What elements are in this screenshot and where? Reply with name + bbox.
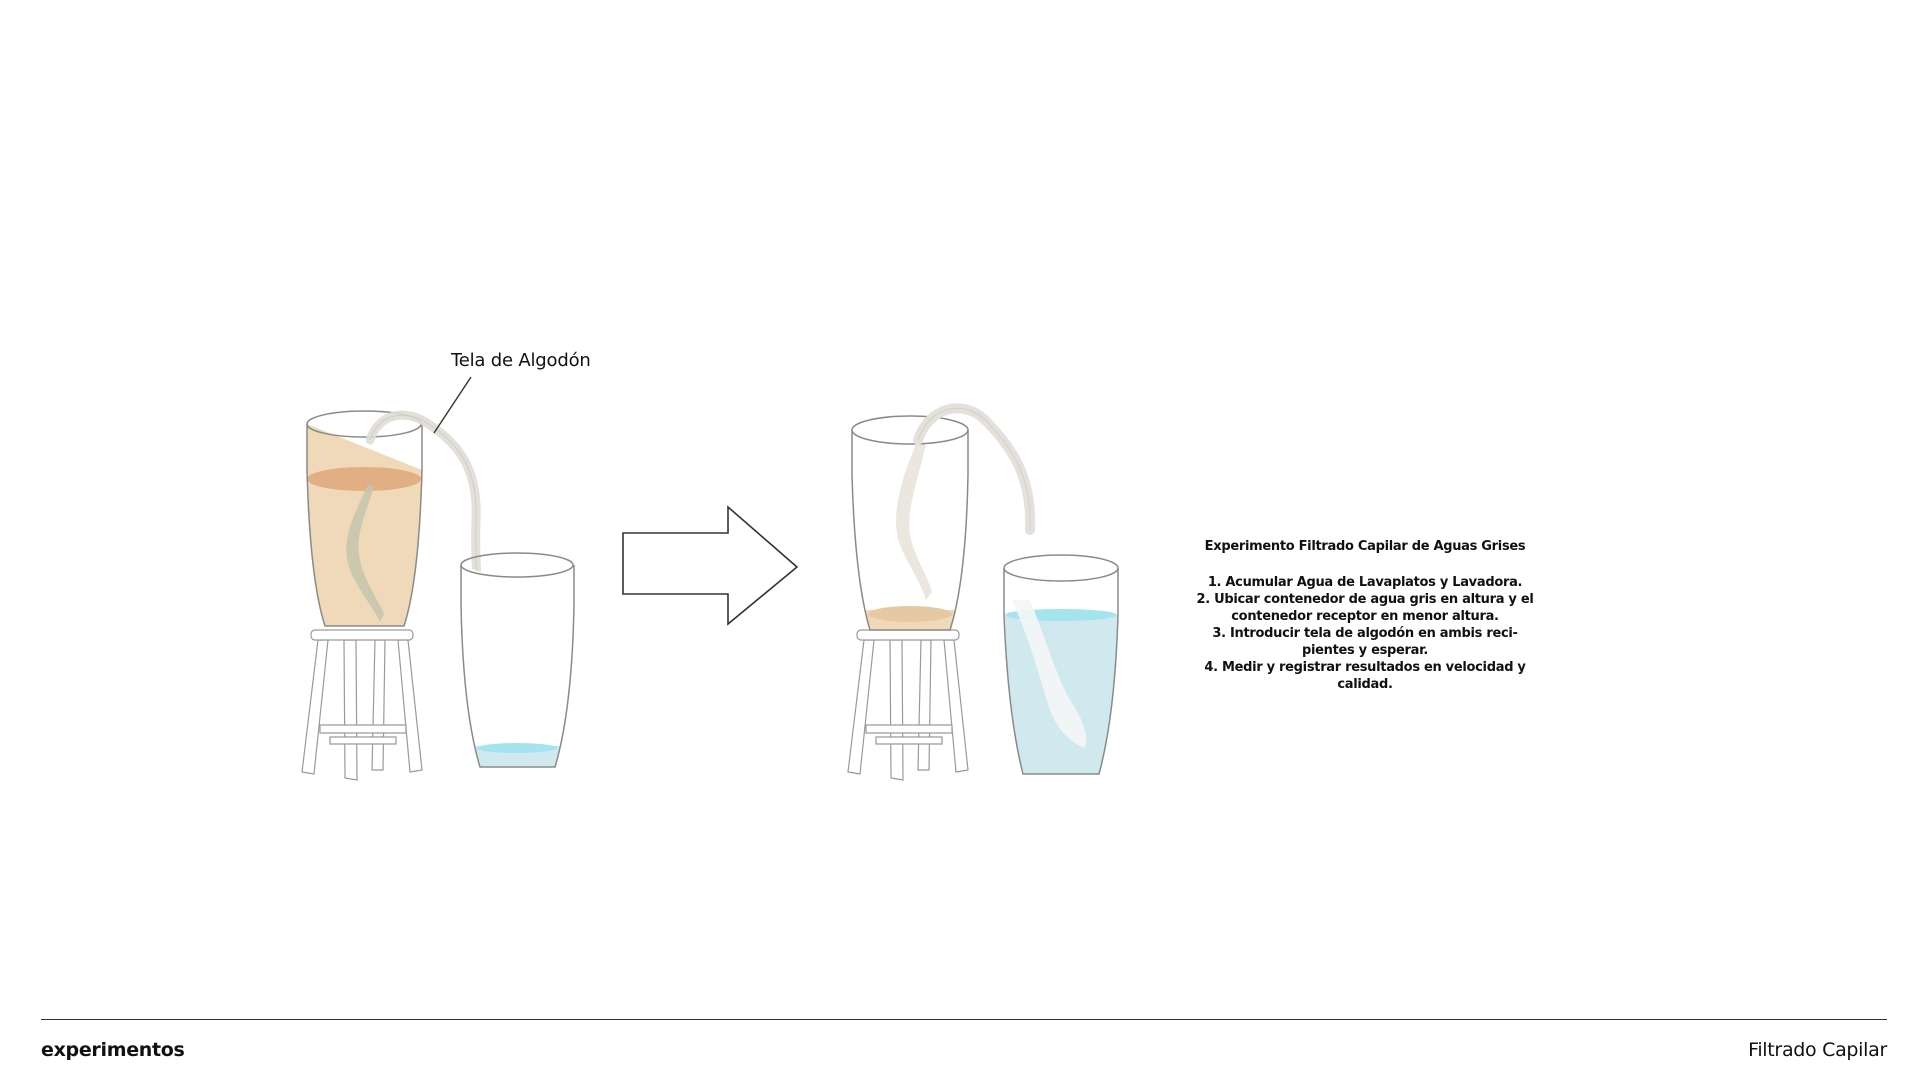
cotton-cloth-after [913,403,1036,535]
step-item: 1. Acumular Agua de Lavaplatos y Lavador… [1207,575,1523,590]
instructions-title: Experimento Filtrado Capilar de Aguas Gr… [1204,539,1526,554]
footer-divider [41,1019,1887,1020]
receiver-glass [460,552,575,768]
emptied-greywater-glass [851,415,969,631]
step-item: 4. Medir y registrar resultados en veloc… [1204,660,1526,692]
steps-list: 1. Acumular Agua de Lavaplatos y Lavador… [1195,574,1535,693]
stool-before [301,629,423,781]
process-arrow [622,505,799,626]
residue-surface [868,606,952,622]
footer-page-title: Filtrado Capilar [1748,1039,1887,1061]
experiment-instructions: Experimento Filtrado Capilar de Aguas Gr… [1195,538,1535,693]
scene-after [847,403,1119,781]
capillary-filter-diagram [301,376,1119,781]
stool-after [847,629,969,781]
cloth-dry-inside [896,440,932,600]
full-receiver-glass [1003,554,1119,775]
cotton-cloth-label: Tela de Algodón [451,350,591,371]
callout-leader-line [433,376,472,434]
clean-water-surface-low [477,743,557,753]
scene-before [301,376,575,781]
step-item: 2. Ubicar contenedor de agua gris en alt… [1196,592,1534,624]
step-item: 3. Introducir tela de algodón en ambis r… [1212,626,1518,658]
greywater-surface [307,467,421,491]
greywater-glass [306,410,423,627]
footer-section-label: experimentos [41,1039,185,1061]
